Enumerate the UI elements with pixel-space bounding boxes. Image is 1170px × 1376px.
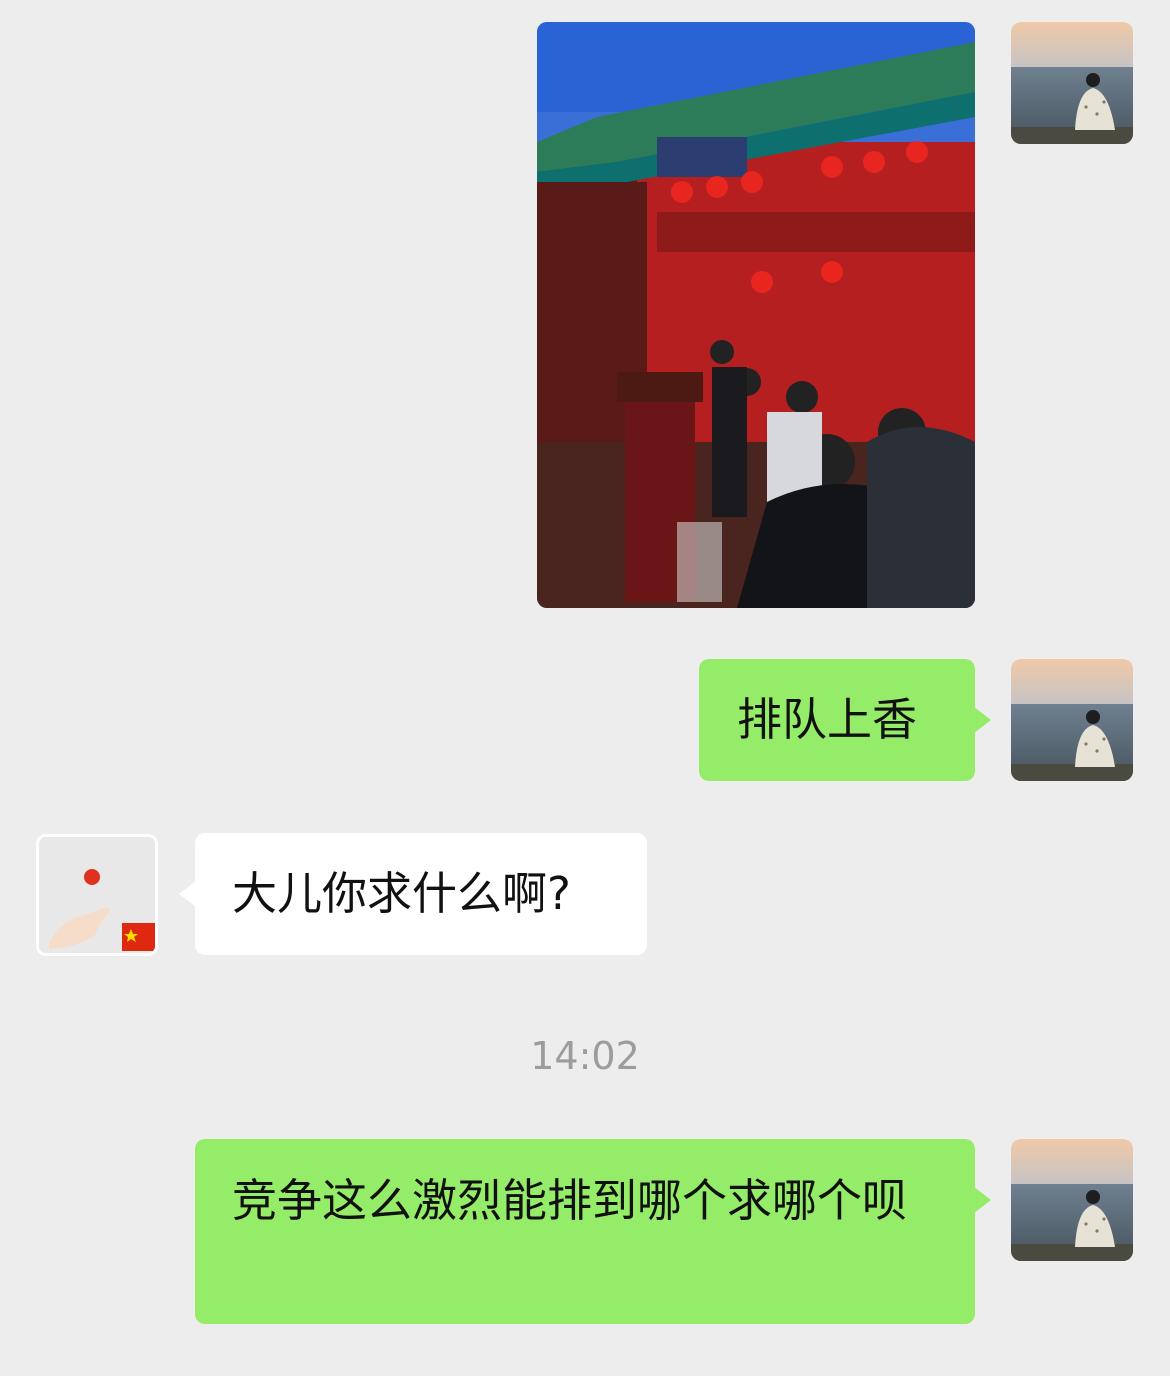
message-text: 大儿你求什么啊? [232,867,571,920]
message-text: 排队上香 [737,693,918,746]
bubble-tail [974,707,991,733]
message-text: 竞争这么激烈能排到哪个求哪个呗 [232,1174,908,1227]
contact-avatar[interactable] [36,834,158,956]
message-bubble-contact[interactable]: 大儿你求什么啊? [179,833,647,955]
message-bubble-self[interactable]: 排队上香 [699,659,991,781]
self-avatar[interactable] [1011,1139,1133,1261]
self-avatar[interactable] [1011,659,1133,781]
self-avatar[interactable] [1011,22,1133,144]
message-bubble-self[interactable]: 竞争这么激烈能排到哪个求哪个呗 [195,1139,991,1324]
message-timestamp: 14:02 [530,1034,640,1078]
bubble-tail [974,1187,991,1213]
temple-photo [537,22,975,608]
image-message[interactable] [537,22,975,608]
bubble-tail [179,881,196,907]
